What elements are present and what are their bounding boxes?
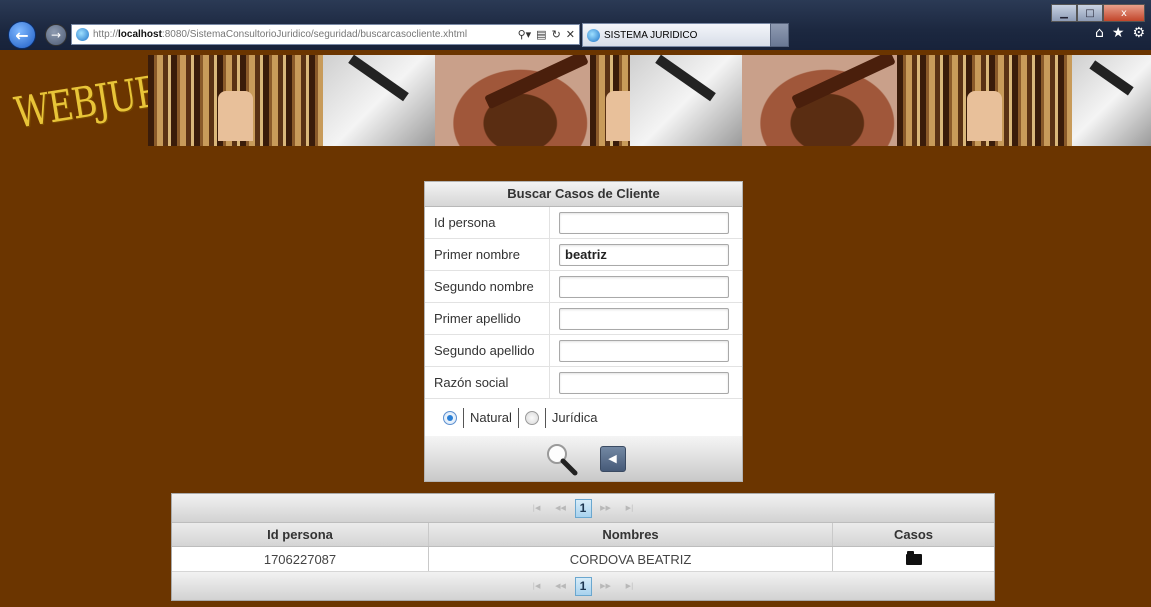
primer-apellido-input[interactable] (559, 307, 729, 330)
field-label: Primer nombre (425, 239, 550, 270)
field-label: Id persona (425, 207, 550, 238)
field-label: Razón social (425, 367, 550, 398)
column-header-casos: Casos (893, 527, 934, 542)
first-page-button[interactable]: |◀ (527, 500, 547, 517)
ie-page-icon (76, 28, 89, 41)
folder-icon[interactable] (905, 550, 922, 565)
field-label: Primer apellido (425, 303, 550, 334)
segundo-nombre-input[interactable] (559, 275, 729, 298)
banner-signing-image (323, 55, 435, 146)
banner-books-image (590, 55, 630, 146)
address-search-icon[interactable]: ⚲▾ (518, 28, 532, 41)
url-path: :8080/SistemaConsultorioJuridico/segurid… (161, 29, 468, 40)
radio-natural-label[interactable]: Natural (470, 410, 512, 425)
divider (544, 407, 546, 428)
compat-view-icon[interactable]: ▤ (536, 28, 546, 41)
last-page-button[interactable]: ▶| (620, 578, 640, 595)
banner-images (148, 55, 1151, 146)
new-tab-button[interactable] (770, 23, 789, 47)
cell-nombres: CORDOVA BEATRIZ (429, 547, 833, 571)
banner-signing-image (630, 55, 742, 146)
banner-gavel-image (435, 55, 590, 146)
prev-page-button[interactable]: ◀◀ (551, 578, 571, 595)
field-row-segundo-apellido: Segundo apellido (425, 335, 742, 367)
magnifier-icon (546, 443, 577, 475)
column-header-nombres: Nombres (429, 523, 833, 546)
url-prefix: http:// (93, 29, 119, 40)
panel-title: Buscar Casos de Cliente (425, 182, 742, 207)
results-table: |◀ ◀◀ 1 ▶▶ ▶| Id persona Nombres Casos 1… (171, 493, 995, 601)
prev-page-button[interactable]: ◀◀ (551, 500, 571, 517)
banner-books-image (148, 55, 323, 146)
next-page-button[interactable]: ▶▶ (596, 578, 616, 595)
id-persona-input[interactable] (559, 211, 729, 234)
home-icon[interactable]: ⌂ (1095, 25, 1104, 41)
refresh-icon[interactable]: ↻ (552, 28, 561, 41)
url-host: localhost (118, 29, 162, 40)
browser-tab[interactable]: SISTEMA JURIDICO × (582, 23, 789, 47)
bottom-paginator: |◀ ◀◀ 1 ▶▶ ▶| (172, 572, 994, 600)
gear-icon[interactable]: ⚙ (1132, 25, 1145, 41)
back-button[interactable]: ◀ (599, 445, 626, 472)
field-row-primer-nombre: Primer nombre (425, 239, 742, 271)
column-header-id-persona: Id persona (172, 523, 429, 546)
window-controls: ▁ □ x (1051, 4, 1145, 22)
address-tools: ⚲▾ ▤ ↻ ✕ (514, 28, 579, 41)
divider (463, 407, 464, 428)
radio-juridica[interactable] (524, 410, 539, 425)
browser-chrome: ▁ □ x ← → http://localhost:8080/SistemaC… (0, 0, 1151, 50)
action-bar: ◀ (425, 436, 742, 481)
banner-gavel-image (742, 55, 897, 146)
radio-natural[interactable] (443, 410, 457, 425)
tab-page-icon (587, 28, 600, 42)
maximize-button[interactable]: □ (1077, 4, 1103, 22)
banner-books-image (897, 55, 1072, 146)
tab-title: SISTEMA JURIDICO (604, 29, 698, 41)
search-cases-panel: Buscar Casos de Cliente Id persona Prime… (424, 181, 743, 482)
address-bar[interactable]: http://localhost:8080/SistemaConsultorio… (71, 24, 580, 45)
last-page-button[interactable]: ▶| (620, 500, 640, 517)
field-row-id-persona: Id persona (425, 207, 742, 239)
next-page-button[interactable]: ▶▶ (596, 500, 616, 517)
field-row-razon-social: Razón social (425, 367, 742, 399)
table-header: Id persona Nombres Casos (172, 522, 994, 547)
divider (517, 407, 519, 428)
razon-social-input[interactable] (559, 371, 729, 394)
browser-tools: ⌂ ★ ⚙ (1095, 25, 1145, 41)
primer-nombre-input[interactable] (559, 243, 729, 266)
back-arrow-icon[interactable]: ← (8, 21, 36, 49)
person-type-radio-group: Natural Jurídica (425, 399, 742, 437)
close-window-button[interactable]: x (1103, 4, 1145, 22)
table-row: 1706227087 CORDOVA BEATRIZ (172, 547, 994, 572)
first-page-button[interactable]: |◀ (527, 578, 547, 595)
radio-juridica-label[interactable]: Jurídica (552, 410, 598, 425)
field-row-segundo-nombre: Segundo nombre (425, 271, 742, 303)
favorites-star-icon[interactable]: ★ (1112, 25, 1125, 41)
search-button[interactable] (542, 441, 582, 477)
field-row-primer-apellido: Primer apellido (425, 303, 742, 335)
field-label: Segundo nombre (425, 271, 550, 302)
cell-id-persona: 1706227087 (172, 547, 429, 571)
segundo-apellido-input[interactable] (559, 339, 729, 362)
minimize-button[interactable]: ▁ (1051, 4, 1077, 22)
forward-arrow-icon[interactable]: → (45, 24, 67, 46)
current-page-button[interactable]: 1 (574, 576, 592, 596)
cell-casos (833, 547, 994, 571)
current-page-button[interactable]: 1 (574, 498, 592, 518)
top-paginator: |◀ ◀◀ 1 ▶▶ ▶| (172, 494, 994, 522)
field-label: Segundo apellido (425, 335, 550, 366)
banner-signing-image (1072, 55, 1151, 146)
stop-icon[interactable]: ✕ (566, 28, 575, 41)
address-url[interactable]: http://localhost:8080/SistemaConsultorio… (93, 29, 514, 40)
